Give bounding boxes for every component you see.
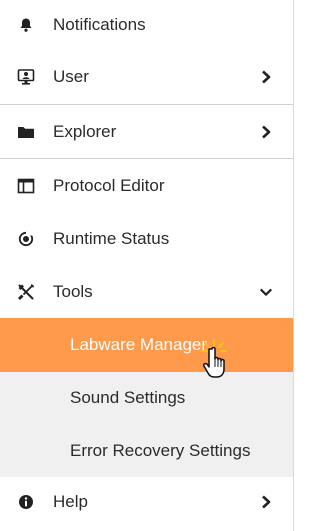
- runtime-status-icon: [16, 229, 36, 249]
- menu-item-label: Tools: [53, 281, 93, 301]
- submenu-item-label: Sound Settings: [70, 388, 186, 407]
- menu-item-notifications[interactable]: Notifications: [0, 0, 293, 50]
- hand-cursor-icon: [198, 337, 238, 383]
- menu-item-label: Runtime Status: [53, 228, 170, 248]
- menu-item-label: User: [53, 66, 89, 86]
- folder-icon: [16, 122, 36, 142]
- info-icon: [16, 492, 36, 512]
- menu-item-label: Help: [53, 492, 88, 511]
- menu-item-protocol-editor[interactable]: Protocol Editor: [0, 159, 293, 212]
- submenu-item-label: Error Recovery Settings: [70, 441, 251, 460]
- menu-item-tools[interactable]: Tools: [0, 265, 293, 318]
- menu-item-runtime-status[interactable]: Runtime Status: [0, 212, 293, 265]
- submenu-item-label: Labware Manager: [70, 335, 208, 354]
- menu-item-help[interactable]: Help: [0, 477, 293, 527]
- chevron-down-icon: [259, 285, 273, 299]
- chevron-right-icon: [259, 70, 273, 84]
- tools-icon: [16, 282, 36, 302]
- submenu-item-labware-manager[interactable]: Labware Manager: [0, 318, 293, 372]
- menu-item-label: Notifications: [53, 15, 146, 34]
- submenu-item-sound-settings[interactable]: Sound Settings: [0, 372, 293, 425]
- menu-item-explorer[interactable]: Explorer: [0, 105, 293, 158]
- menu-item-label: Protocol Editor: [53, 175, 165, 195]
- submenu-item-error-recovery-settings[interactable]: Error Recovery Settings: [0, 425, 293, 477]
- user-monitor-icon: [16, 67, 36, 87]
- chevron-right-icon: [259, 125, 273, 139]
- bell-icon: [16, 15, 36, 35]
- menu-item-user[interactable]: User: [0, 50, 293, 103]
- menu-item-label: Explorer: [53, 121, 117, 141]
- chevron-right-icon: [259, 495, 273, 509]
- protocol-editor-icon: [16, 176, 36, 196]
- navigation-menu: Notifications User Explorer Protocol Edi…: [0, 0, 294, 531]
